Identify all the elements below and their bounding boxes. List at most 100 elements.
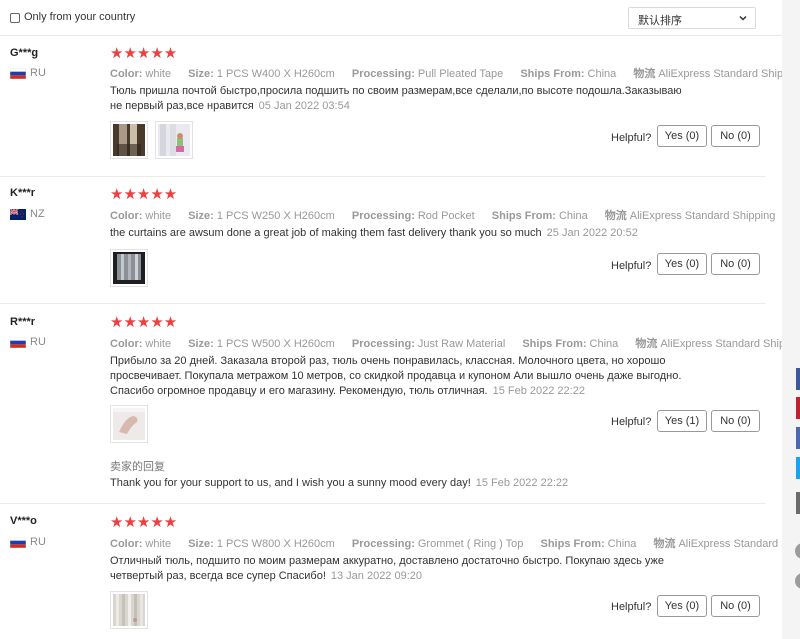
review-text: the curtains are awsum done a great job … (110, 226, 710, 241)
color-key: Color: (110, 210, 143, 222)
new-zealand-flag-icon (10, 209, 26, 220)
color-key: Color: (110, 538, 143, 550)
review-text-line: просвечивает. Покупала метражом 10 метро… (110, 370, 682, 382)
ships-from-key: Ships From: (522, 338, 587, 350)
review-text-line: Тюль пришла почтой быстро,просила подшит… (110, 85, 682, 97)
helpful-no-button[interactable]: No (0) (711, 125, 760, 147)
review-photo[interactable] (110, 405, 148, 443)
logistics-key: 物流 (653, 538, 676, 550)
helpful-yes-button[interactable]: Yes (0) (657, 253, 707, 275)
russia-flag-icon (10, 337, 26, 348)
ships-from-key: Ships From: (520, 68, 585, 80)
logistics-value: AliExpress Standard Shipping (660, 338, 800, 350)
size-key: Size: (188, 210, 214, 222)
color-key: Color: (110, 68, 143, 80)
only-my-country-checkbox[interactable] (10, 13, 20, 23)
review-date: 05 Jan 2022 03:54 (258, 100, 350, 112)
logistics-key: 物流 (633, 68, 656, 80)
helpful-label: Helpful? (611, 416, 652, 428)
color-value: white (145, 538, 172, 550)
review-text: Тюль пришла почтой быстро,просила подшит… (110, 84, 710, 114)
reviewer-name: V***o (10, 515, 37, 527)
curtain-photo-image (113, 408, 145, 440)
helpful-no-button[interactable]: No (0) (711, 410, 760, 432)
review-photo[interactable] (110, 249, 148, 287)
processing-value: Just Raw Material (417, 338, 506, 350)
review-item: R***r RU ★★★★★ Color: white Size: 1 PCS W5… (0, 304, 800, 504)
review-photo[interactable] (155, 121, 193, 159)
reviews-panel: Only from your country 默认排序 G***g RU ★★★… (0, 0, 800, 639)
processing-key: Processing: (351, 68, 415, 80)
logistics-value: AliExpress Standard Shipping (629, 210, 776, 222)
share-more-icon[interactable] (796, 492, 800, 514)
size-key: Size: (188, 338, 214, 350)
size-value: 1 PCS W400 X H260cm (216, 68, 335, 80)
star-rating: ★★★★★ (110, 514, 178, 531)
ships-from-value: China (558, 210, 588, 222)
seller-reply: Thank you for your support to us, and I … (110, 477, 568, 489)
size-key: Size: (188, 538, 214, 550)
color-value: white (145, 210, 172, 222)
processing-key: Processing: (351, 338, 415, 350)
logistics-key: 物流 (604, 210, 627, 222)
review-text-line: Отличный тюль, подшито по моим размерам … (110, 555, 664, 567)
ships-from-value: China (587, 68, 617, 80)
reviewer-name: R***r (10, 316, 36, 328)
helpful-label: Helpful? (611, 132, 652, 144)
size-key: Size: (188, 68, 214, 80)
review-text-line: Спасибо огромное продавцу и его магазину… (110, 385, 488, 397)
size-value: 1 PCS W800 X H260cm (216, 538, 335, 550)
helpful-no-button[interactable]: No (0) (711, 595, 760, 617)
page-scrollbar[interactable] (782, 0, 800, 639)
review-photo[interactable] (110, 591, 148, 629)
color-value: white (145, 338, 172, 350)
star-rating: ★★★★★ (110, 314, 178, 331)
processing-value: Pull Pleated Tape (417, 68, 504, 80)
order-attributes: Color: white Size: 1 PCS W250 X H260cm Pro… (110, 207, 789, 223)
ships-from-value: China (607, 538, 637, 550)
size-value: 1 PCS W250 X H260cm (216, 210, 335, 222)
reviewer-name: G***g (10, 47, 39, 59)
helpful-label: Helpful? (611, 601, 652, 613)
helpful-no-button[interactable]: No (0) (711, 253, 760, 275)
ships-from-key: Ships From: (491, 210, 556, 222)
sort-select-value: 默认排序 (638, 15, 682, 27)
helpful-yes-button[interactable]: Yes (1) (657, 410, 707, 432)
reviewer-country: RU (30, 536, 46, 548)
seller-reply-text: Thank you for your support to us, and I … (110, 477, 471, 489)
helpful-yes-button[interactable]: Yes (0) (657, 595, 707, 617)
share-pinterest-icon[interactable] (796, 397, 800, 419)
review-photo[interactable] (110, 121, 148, 159)
review-date: 25 Jan 2022 20:52 (546, 227, 638, 239)
size-value: 1 PCS W500 X H260cm (216, 338, 335, 350)
color-key: Color: (110, 338, 143, 350)
ships-from-value: China (589, 338, 619, 350)
order-attributes: Color: white Size: 1 PCS W800 X H260cm Pro… (110, 535, 800, 551)
sort-select[interactable]: 默认排序 (628, 7, 756, 29)
processing-value: Grommet ( Ring ) Top (417, 538, 524, 550)
curtain-photo-image (113, 594, 145, 626)
share-facebook-icon[interactable] (796, 368, 800, 390)
curtain-photo-image (158, 124, 190, 156)
russia-flag-icon (10, 537, 26, 548)
review-date: 13 Jan 2022 09:20 (330, 570, 423, 582)
review-text-line: Прибыло за 20 дней. Заказала второй раз,… (110, 355, 666, 367)
reviewer-country: RU (30, 67, 46, 79)
share-twitter-icon[interactable] (796, 457, 800, 479)
star-rating: ★★★★★ (110, 186, 178, 203)
processing-key: Processing: (351, 210, 415, 222)
logistics-key: 物流 (635, 338, 658, 350)
helpful-yes-button[interactable]: Yes (0) (657, 125, 707, 147)
review-text-line: не первый раз,все нравится (110, 100, 254, 112)
review-filter-bar: Only from your country 默认排序 (0, 0, 782, 36)
reviewer-country: RU (30, 336, 46, 348)
share-vk-icon[interactable] (796, 427, 800, 449)
ships-from-key: Ships From: (540, 538, 605, 550)
review-text-line: четвертый раз, всегда все супер Спасибо! (110, 570, 326, 582)
only-my-country-label[interactable]: Only from your country (24, 11, 135, 23)
review-item: G***g RU ★★★★★ Color: white Size: 1 PCS W4… (0, 37, 800, 177)
processing-value: Rod Pocket (417, 210, 475, 222)
curtain-photo-image (113, 124, 145, 156)
seller-reply-date: 15 Feb 2022 22:22 (475, 477, 569, 489)
reviewer-country: NZ (30, 208, 45, 220)
